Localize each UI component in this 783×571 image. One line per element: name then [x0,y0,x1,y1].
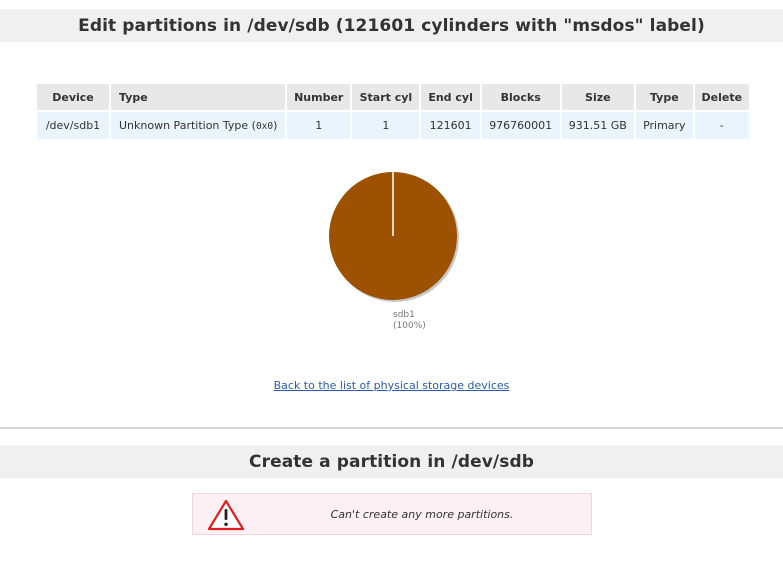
col-header-type: Type [111,84,285,110]
col-header-blocks: Blocks [481,84,560,110]
col-header-delete: Delete [694,84,749,110]
cell-end-cyl: 121601 [421,112,480,139]
table-header-row: Device Type Number Start cyl End cyl Blo… [37,84,749,110]
col-header-size: Size [561,84,635,110]
partition-pie-chart [326,169,460,303]
partitions-table: Device Type Number Start cyl End cyl Blo… [35,82,751,141]
cell-type: Unknown Partition Type (0x0) [111,112,285,139]
cell-delete: - [694,112,749,139]
cell-type-close: ) [273,119,278,132]
warning-icon [207,499,245,531]
warning-text: Can't create any more partitions. [330,507,514,521]
cell-size: 931.51 GB [561,112,635,139]
pie-svg [329,172,459,302]
col-header-ptype: Type [636,84,693,110]
edit-partitions-title: Edit partitions in /dev/sdb (121601 cyli… [0,9,783,42]
table-row[interactable]: /dev/sdb1 Unknown Partition Type (0x0) 1… [37,112,749,139]
cell-type-label: Unknown Partition Type ( [119,119,256,132]
cell-ptype: Primary [636,112,693,139]
cell-start-cyl: 1 [352,112,420,139]
pie-label: sdb1 (100%) [393,310,426,332]
warning-message-box: Can't create any more partitions. [192,493,592,535]
back-to-devices-link[interactable]: Back to the list of physical storage dev… [274,379,510,392]
page: Edit partitions in /dev/sdb (121601 cyli… [0,0,783,571]
cell-type-code: 0x0 [255,121,274,132]
cell-blocks: 976760001 [481,112,560,139]
col-header-number: Number [287,84,351,110]
create-partition-title: Create a partition in /dev/sdb [0,445,783,478]
cell-device[interactable]: /dev/sdb1 [37,112,109,139]
cell-number: 1 [287,112,351,139]
section-divider [0,427,783,429]
col-header-start-cyl: Start cyl [352,84,420,110]
col-header-device: Device [37,84,109,110]
pie-label-percent: (100%) [393,321,426,331]
col-header-end-cyl: End cyl [421,84,480,110]
back-link-container: Back to the list of physical storage dev… [0,379,783,392]
pie-label-name: sdb1 [393,310,415,320]
